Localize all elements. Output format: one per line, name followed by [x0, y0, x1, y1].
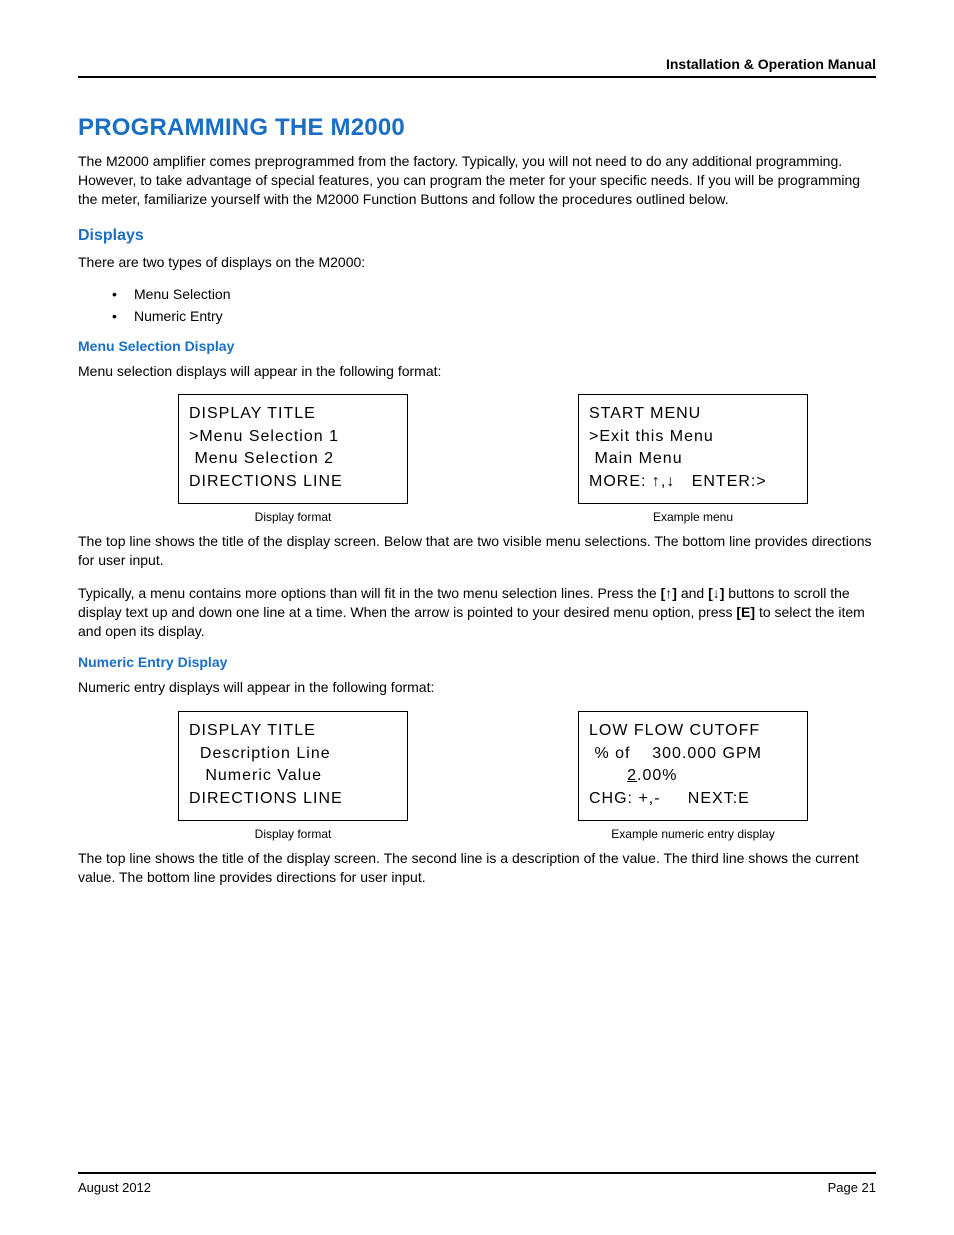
menu-para-1: The top line shows the title of the disp… [78, 532, 876, 570]
box-line-post: .00% [637, 767, 677, 784]
numeric-para-1: The top line shows the title of the disp… [78, 849, 876, 887]
displays-heading: Displays [78, 227, 876, 245]
numeric-entry-heading: Numeric Entry Display [78, 654, 876, 670]
down-button-ref: [↓] [708, 585, 724, 601]
box-line: Main Menu [589, 450, 683, 467]
numeric-format-caption: Display format [178, 827, 408, 841]
box-line: START MENU [589, 405, 701, 422]
menu-example-col: START MENU >Exit this Menu Main Menu MOR… [578, 394, 808, 524]
box-line: >Menu Selection 1 [189, 428, 339, 445]
box-line-right: NEXT:E [688, 790, 750, 807]
doc-header: Installation & Operation Manual [78, 56, 876, 78]
box-line: LOW FLOW CUTOFF [589, 722, 760, 739]
box-line: DISPLAY TITLE [189, 722, 316, 739]
box-line-right: ENTER:> [692, 473, 767, 490]
menu-para-2: Typically, a menu contains more options … [78, 584, 876, 641]
text-run: and [677, 585, 708, 601]
box-line-left: CHG: +,- [589, 790, 661, 807]
menu-format-box: DISPLAY TITLE >Menu Selection 1 Menu Sel… [178, 394, 408, 504]
box-line: % of 300.000 GPM [589, 745, 762, 762]
box-line-left: MORE: [589, 473, 652, 490]
numeric-format-col: DISPLAY TITLE Description Line Numeric V… [178, 711, 408, 841]
menu-display-row: DISPLAY TITLE >Menu Selection 1 Menu Sel… [178, 394, 876, 524]
doc-header-title: Installation & Operation Manual [666, 56, 876, 72]
box-line: DIRECTIONS LINE [189, 473, 343, 490]
page-footer: August 2012 Page 21 [78, 1172, 876, 1195]
box-line: Description Line [189, 745, 331, 762]
bullet-item: Numeric Entry [112, 308, 876, 324]
box-line: >Exit this Menu [589, 428, 714, 445]
box-line: DIRECTIONS LINE [189, 790, 343, 807]
footer-page: Page 21 [828, 1180, 876, 1195]
box-line: Numeric Value [189, 767, 322, 784]
text-run: Typically, a menu contains more options … [78, 585, 661, 601]
displays-intro: There are two types of displays on the M… [78, 253, 876, 272]
page-title: PROGRAMMING THE M2000 [78, 114, 876, 142]
numeric-display-row: DISPLAY TITLE Description Line Numeric V… [178, 711, 876, 841]
menu-selection-intro: Menu selection displays will appear in t… [78, 362, 876, 381]
box-line: DISPLAY TITLE [189, 405, 316, 422]
box-line-pre [589, 767, 627, 784]
numeric-example-caption: Example numeric entry display [578, 827, 808, 841]
intro-para: The M2000 amplifier comes preprogrammed … [78, 152, 876, 209]
menu-example-caption: Example menu [578, 510, 808, 524]
bullet-item: Menu Selection [112, 286, 876, 302]
up-down-arrow-icon: ↑,↓ [652, 473, 675, 490]
up-button-ref: [↑] [661, 585, 677, 601]
menu-selection-heading: Menu Selection Display [78, 338, 876, 354]
numeric-example-box: LOW FLOW CUTOFF % of 300.000 GPM 2.00% C… [578, 711, 808, 821]
numeric-format-box: DISPLAY TITLE Description Line Numeric V… [178, 711, 408, 821]
footer-date: August 2012 [78, 1180, 151, 1195]
menu-example-box: START MENU >Exit this Menu Main Menu MOR… [578, 394, 808, 504]
down-arrow-icon: ↓ [713, 585, 720, 601]
menu-format-col: DISPLAY TITLE >Menu Selection 1 Menu Sel… [178, 394, 408, 524]
numeric-example-col: LOW FLOW CUTOFF % of 300.000 GPM 2.00% C… [578, 711, 808, 841]
cursor-digit: 2 [627, 767, 637, 784]
numeric-entry-intro: Numeric entry displays will appear in th… [78, 678, 876, 697]
displays-bullets: Menu Selection Numeric Entry [112, 286, 876, 324]
menu-format-caption: Display format [178, 510, 408, 524]
box-line: Menu Selection 2 [189, 450, 334, 467]
e-button-ref: [E] [736, 604, 755, 620]
